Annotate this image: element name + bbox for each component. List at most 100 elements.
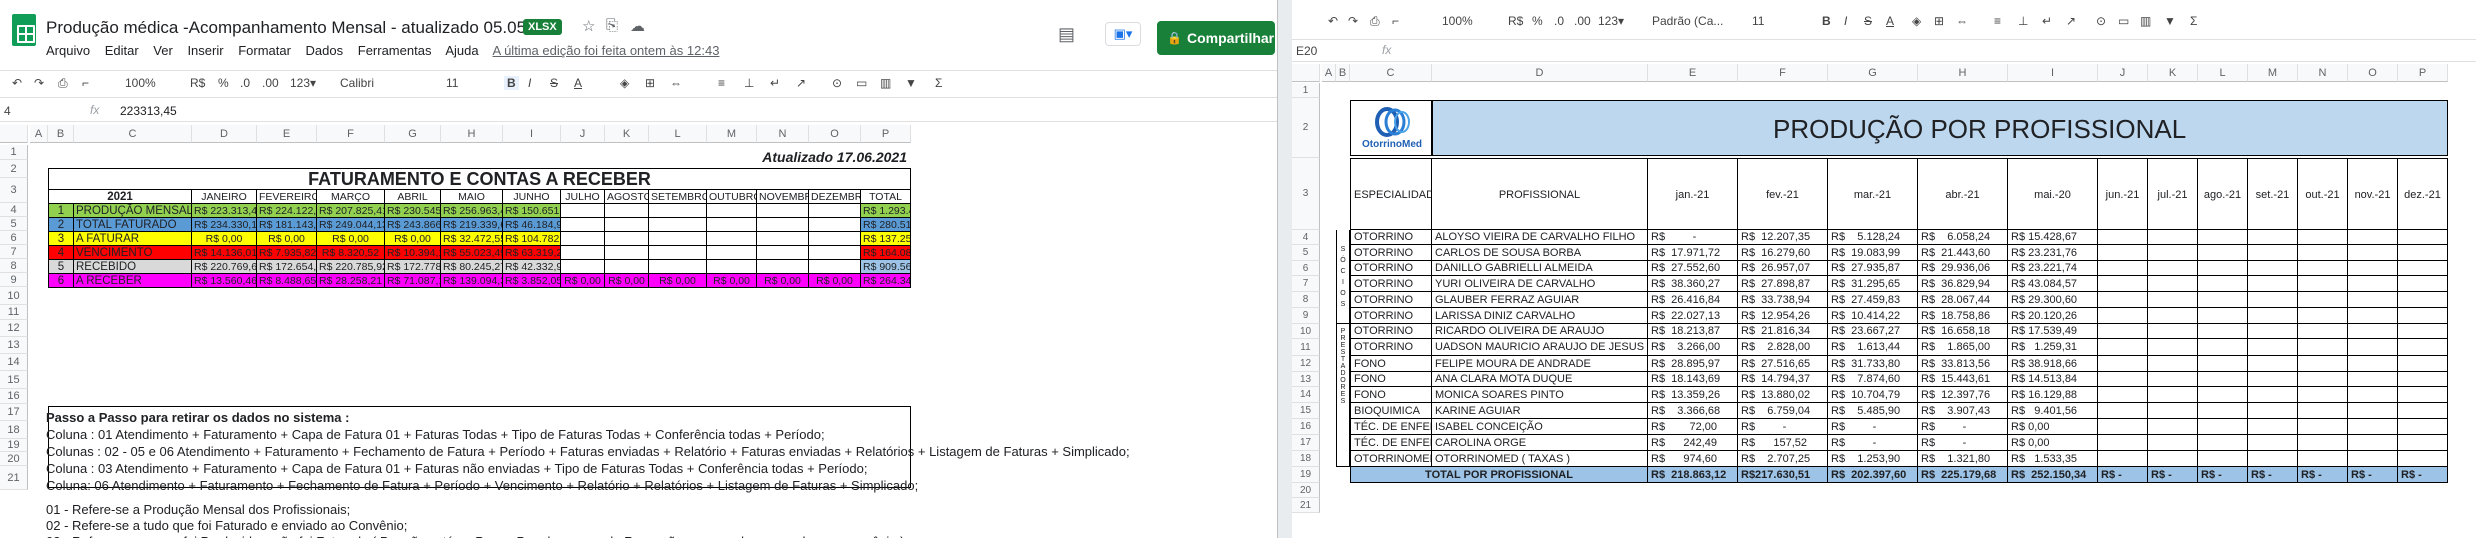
cloud-status-icon[interactable]: ☁ (630, 17, 645, 35)
total-value-cell[interactable]: R$ - (2398, 467, 2448, 483)
month-value-cell[interactable]: R$ 27.516,65 (1738, 356, 1828, 372)
month-value-cell[interactable]: R$ 6.759,04 (1738, 403, 1828, 419)
empty-month-cell[interactable] (2248, 356, 2298, 372)
right-row-header[interactable]: 1 (1292, 83, 1320, 98)
month-value-cell[interactable]: R$ 16.129,88 (2008, 387, 2098, 403)
value-cell[interactable]: R$ 28.258,21 (317, 274, 385, 288)
right-borders-icon[interactable]: ⊞ (1934, 14, 1944, 28)
right-row-header[interactable]: 12 (1292, 356, 1320, 372)
right-row-header[interactable]: 7 (1292, 276, 1320, 292)
month-value-cell[interactable]: R$ 27.459,83 (1828, 292, 1918, 308)
row-header[interactable]: 10 (0, 287, 28, 305)
column-header[interactable]: I (503, 125, 561, 143)
row-header[interactable]: 14 (0, 354, 28, 371)
row-header[interactable]: 21 (0, 466, 28, 490)
specialty-cell[interactable]: OTORRINO (1350, 261, 1432, 276)
empty-month-cell[interactable] (2248, 372, 2298, 387)
value-cell[interactable]: R$ 230.545,77 (385, 204, 441, 218)
empty-month-cell[interactable] (2298, 308, 2348, 324)
zoom-select[interactable]: 100% (125, 76, 156, 90)
empty-month-cell[interactable] (2148, 245, 2198, 261)
value-cell[interactable] (561, 218, 605, 232)
empty-month-cell[interactable] (2148, 308, 2198, 324)
total-cell[interactable]: R$ 909.567,35 (861, 260, 911, 274)
empty-month-cell[interactable] (2348, 276, 2398, 292)
month-value-cell[interactable]: R$ 0,00 (2008, 419, 2098, 435)
value-cell[interactable]: R$ 55.023,49 (441, 246, 503, 260)
right-corner-cell[interactable] (1292, 64, 1320, 82)
value-cell[interactable] (707, 204, 757, 218)
specialty-cell[interactable]: FONO (1350, 356, 1432, 372)
empty-month-cell[interactable] (2098, 324, 2148, 339)
value-cell[interactable]: R$ 42.332,90 (503, 260, 561, 274)
menu-inserir[interactable]: Inserir (187, 43, 223, 58)
column-header[interactable]: N (757, 125, 809, 143)
month-value-cell[interactable]: R$ 10.704,79 (1828, 387, 1918, 403)
month-value-cell[interactable]: R$ 14.513,84 (2008, 372, 2098, 387)
month-value-cell[interactable]: R$ 28.895,97 (1648, 356, 1738, 372)
percent-button[interactable]: % (218, 76, 229, 90)
empty-month-cell[interactable] (2398, 276, 2448, 292)
right-font-size-select[interactable]: 11 (1752, 14, 1764, 28)
empty-month-cell[interactable] (2248, 308, 2298, 324)
empty-month-cell[interactable] (2348, 387, 2398, 403)
empty-month-cell[interactable] (2248, 276, 2298, 292)
right-row-header[interactable]: 9 (1292, 308, 1320, 324)
right-halign-icon[interactable]: ≡ (1994, 14, 2001, 28)
value-cell[interactable]: R$ 0,00 (257, 232, 317, 246)
professional-cell[interactable]: DANILLO GABRIELLI ALMEIDA (1432, 261, 1648, 276)
empty-month-cell[interactable] (2098, 435, 2148, 451)
right-column-header[interactable]: A (1322, 64, 1336, 82)
empty-month-cell[interactable] (2248, 245, 2298, 261)
value-cell[interactable]: R$ 80.245,27 (441, 260, 503, 274)
right-row-header[interactable]: 11 (1292, 339, 1320, 356)
month-value-cell[interactable]: R$ 13.880,02 (1738, 387, 1828, 403)
professional-cell[interactable]: OTORRINOMED ( TAXAS ) (1432, 451, 1648, 467)
month-value-cell[interactable]: R$ 1.253,90 (1828, 451, 1918, 467)
row-header[interactable]: 4 (0, 203, 28, 217)
right-row-header[interactable]: 10 (1292, 324, 1320, 339)
specialty-cell[interactable]: OTORRINOMED (1350, 451, 1432, 467)
horizontal-align-icon[interactable]: ≡ (718, 76, 725, 90)
month-value-cell[interactable]: R$ 43.084,57 (2008, 276, 2098, 292)
value-cell[interactable] (649, 232, 707, 246)
row-header[interactable]: 7 (0, 245, 28, 259)
insert-chart-icon[interactable]: ▥ (880, 76, 891, 90)
month-value-cell[interactable]: R$ 31.733,80 (1828, 356, 1918, 372)
specialty-cell[interactable]: TÉC. DE ENFER (1350, 419, 1432, 435)
value-cell[interactable]: R$ 0,00 (561, 274, 605, 288)
specialty-cell[interactable]: OTORRINO (1350, 308, 1432, 324)
right-zoom-select[interactable]: 100% (1442, 14, 1473, 28)
value-cell[interactable] (649, 246, 707, 260)
row-header[interactable]: 19 (0, 439, 28, 452)
strikethrough-button[interactable]: S (550, 76, 558, 90)
professional-cell[interactable]: YURI OLIVEIRA DE CARVALHO (1432, 276, 1648, 292)
vertical-align-icon[interactable]: ⊥ (744, 76, 754, 90)
empty-month-cell[interactable] (2348, 403, 2398, 419)
decrease-decimal-button[interactable]: .0 (240, 76, 250, 90)
value-cell[interactable]: R$ 243.866,00 (385, 218, 441, 232)
empty-month-cell[interactable] (2148, 372, 2198, 387)
empty-month-cell[interactable] (2298, 451, 2348, 467)
empty-month-cell[interactable] (2148, 403, 2198, 419)
month-value-cell[interactable]: R$ 27.898,87 (1738, 276, 1828, 292)
value-cell[interactable]: R$ 181.143,39 (257, 218, 317, 232)
empty-month-cell[interactable] (2098, 387, 2148, 403)
professional-cell[interactable]: LARISSA DINIZ CARVALHO (1432, 308, 1648, 324)
column-header[interactable]: B (48, 125, 74, 143)
empty-month-cell[interactable] (2098, 403, 2148, 419)
empty-month-cell[interactable] (2198, 324, 2248, 339)
present-button[interactable]: ▣▾ (1105, 22, 1141, 46)
value-cell[interactable] (605, 218, 649, 232)
text-wrap-icon[interactable]: ↵ (770, 76, 780, 90)
month-value-cell[interactable]: R$ - (1918, 435, 2008, 451)
right-bold-button[interactable]: B (1822, 14, 1831, 28)
total-cell[interactable]: R$ 1.293.422,45 (861, 204, 911, 218)
total-value-cell[interactable]: R$217.630,51 (1738, 467, 1828, 483)
column-header[interactable]: L (649, 125, 707, 143)
empty-month-cell[interactable] (2198, 419, 2248, 435)
empty-month-cell[interactable] (2398, 324, 2448, 339)
month-value-cell[interactable]: R$ 72,00 (1648, 419, 1738, 435)
value-cell[interactable]: R$ 13.560,46 (192, 274, 257, 288)
empty-month-cell[interactable] (2248, 403, 2298, 419)
